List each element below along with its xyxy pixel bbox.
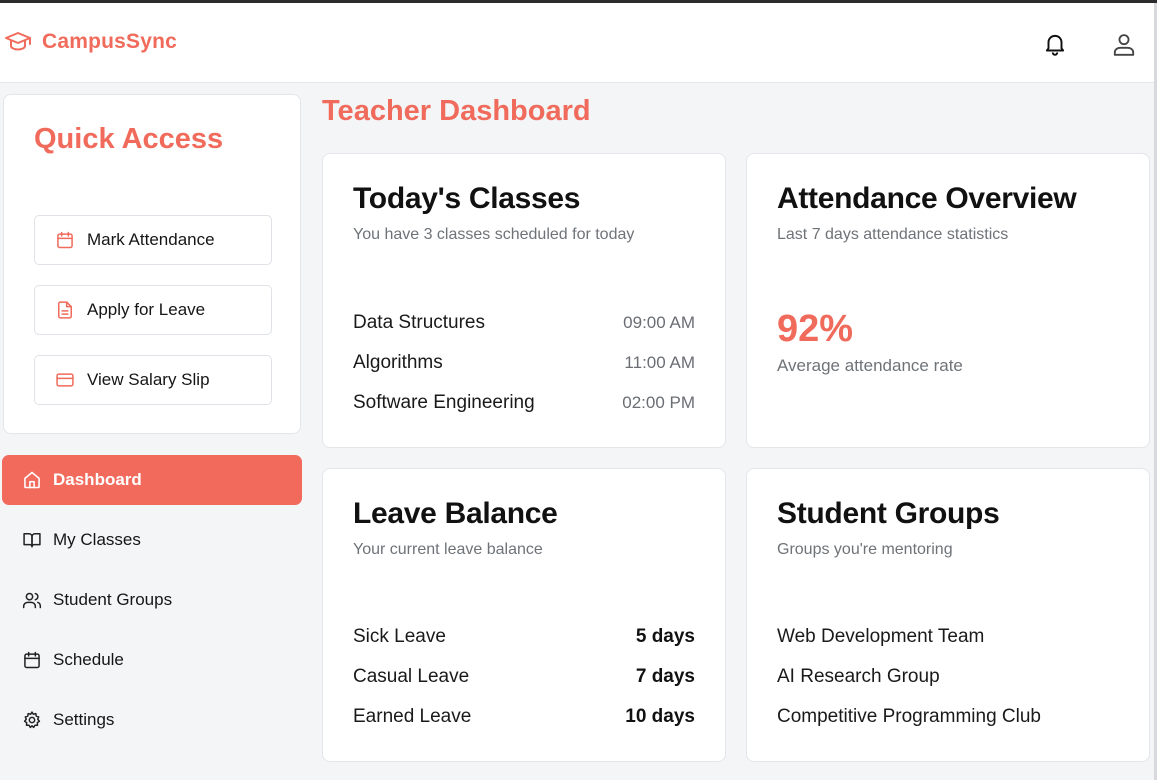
graduation-cap-icon	[4, 30, 32, 54]
leave-days: 7 days	[635, 666, 695, 687]
class-name: Algorithms	[353, 352, 443, 373]
leave-days: 5 days	[635, 626, 695, 647]
group-item: AI Research Group	[777, 666, 940, 687]
brand-name: CampusSync	[42, 30, 178, 53]
top-header: CampusSync	[0, 3, 1157, 83]
attendance-overview-card: Attendance Overview Last 7 days attendan…	[746, 153, 1150, 448]
attendance-rate-caption: Average attendance rate	[777, 356, 963, 375]
sidebar-item-student-groups[interactable]: Student Groups	[2, 575, 302, 625]
apply-for-leave-label: Apply for Leave	[87, 300, 206, 319]
sidebar-item-dashboard[interactable]: Dashboard	[2, 455, 302, 505]
class-time: 09:00 AM	[623, 313, 695, 332]
sidebar-item-label: Dashboard	[53, 470, 142, 489]
leave-type: Sick Leave	[353, 626, 446, 647]
quick-access-card: Quick Access Mark Attendance Apply for L…	[3, 94, 301, 434]
apply-for-leave-button[interactable]: Apply for Leave	[34, 285, 272, 335]
sidebar-item-label: Schedule	[53, 650, 124, 669]
group-item: Web Development Team	[777, 626, 985, 647]
leave-balance-card: Leave Balance Your current leave balance…	[322, 468, 726, 762]
bell-icon[interactable]	[1042, 31, 1068, 57]
app-window: CampusSync Quick Access Mark Attendance …	[0, 0, 1157, 780]
user-icon[interactable]	[1111, 31, 1137, 57]
file-text-icon	[55, 300, 75, 320]
home-icon	[22, 470, 42, 490]
calendar-icon	[22, 650, 42, 670]
card-subtitle: Groups you're mentoring	[777, 541, 953, 558]
card-subtitle: You have 3 classes scheduled for today	[353, 226, 635, 243]
class-name: Software Engineering	[353, 392, 535, 413]
card-title: Student Groups	[777, 497, 1000, 530]
book-open-icon	[22, 530, 42, 550]
page-title: Teacher Dashboard	[322, 95, 591, 127]
leave-type: Casual Leave	[353, 666, 470, 687]
sidebar-item-settings[interactable]: Settings	[2, 695, 302, 745]
gear-icon	[22, 710, 42, 730]
card-title: Attendance Overview	[777, 182, 1077, 215]
todays-classes-card: Today's Classes You have 3 classes sched…	[322, 153, 726, 448]
sidebar-item-label: My Classes	[53, 530, 141, 549]
quick-access-title: Quick Access	[34, 123, 224, 155]
calendar-icon	[55, 230, 75, 250]
class-row: Data Structures 09:00 AM	[353, 312, 695, 334]
view-salary-slip-label: View Salary Slip	[87, 370, 210, 389]
student-groups-card: Student Groups Groups you're mentoring W…	[746, 468, 1150, 762]
attendance-rate: 92%	[777, 308, 854, 350]
sidebar-item-label: Student Groups	[53, 590, 173, 609]
users-icon	[22, 590, 42, 610]
class-row: Software Engineering 02:00 PM	[353, 392, 695, 414]
brand[interactable]: CampusSync	[4, 30, 177, 54]
mark-attendance-label: Mark Attendance	[87, 230, 215, 249]
class-time: 02:00 PM	[622, 393, 695, 412]
class-name: Data Structures	[353, 312, 485, 333]
leave-type: Earned Leave	[353, 706, 472, 727]
sidebar-item-label: Settings	[53, 710, 115, 729]
leave-row: Casual Leave 7 days	[353, 666, 695, 688]
sidebar-item-my-classes[interactable]: My Classes	[2, 515, 302, 565]
mark-attendance-button[interactable]: Mark Attendance	[34, 215, 272, 265]
class-row: Algorithms 11:00 AM	[353, 352, 695, 374]
credit-card-icon	[55, 370, 75, 390]
leave-days: 10 days	[625, 706, 695, 727]
class-time: 11:00 AM	[624, 353, 695, 372]
group-item: Competitive Programming Club	[777, 706, 1041, 727]
card-subtitle: Your current leave balance	[353, 541, 543, 558]
leave-row: Sick Leave 5 days	[353, 626, 695, 648]
card-title: Today's Classes	[353, 182, 581, 215]
sidebar-item-schedule[interactable]: Schedule	[2, 635, 302, 685]
leave-row: Earned Leave 10 days	[353, 706, 695, 728]
card-subtitle: Last 7 days attendance statistics	[777, 226, 1009, 243]
card-title: Leave Balance	[353, 497, 558, 530]
view-salary-slip-button[interactable]: View Salary Slip	[34, 355, 272, 405]
